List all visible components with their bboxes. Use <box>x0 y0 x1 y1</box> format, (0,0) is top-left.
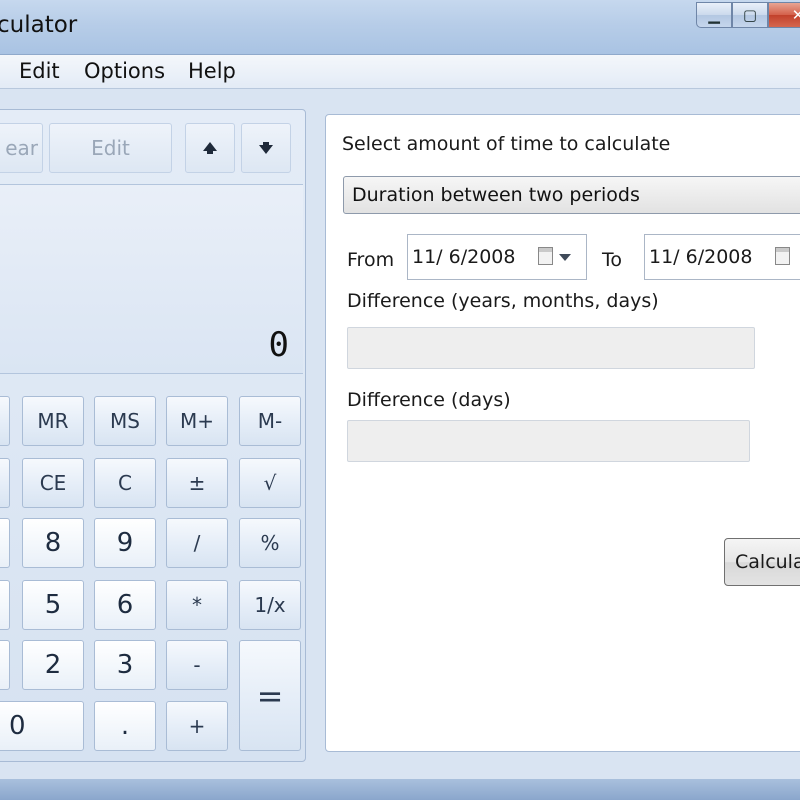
key-ce-label: CE <box>39 471 67 495</box>
key-multiply[interactable]: * <box>166 580 228 630</box>
key-0-label: 0 <box>9 711 26 741</box>
from-label: From <box>347 249 395 271</box>
key-sqrt-label: √ <box>263 471 277 495</box>
key-decimal[interactable]: . <box>94 701 156 751</box>
difference-days-label: Difference (days) <box>347 389 511 411</box>
key-2-label: 2 <box>44 650 62 680</box>
edit-history-button[interactable]: Edit <box>49 123 172 173</box>
key-decimal-label: . <box>120 711 130 741</box>
key-multiply-label: * <box>192 593 202 617</box>
chevron-down-icon[interactable] <box>559 254 571 261</box>
menu-options[interactable]: Options <box>84 59 165 83</box>
key-backspace[interactable] <box>0 458 10 508</box>
display-value: 0 <box>268 325 289 365</box>
clear-history-label: ear <box>5 136 38 160</box>
key-subtract-label: - <box>193 653 201 677</box>
difference-ymd-field <box>347 327 755 369</box>
close-button[interactable]: ✕ <box>768 2 800 28</box>
key-add-label: + <box>188 714 206 738</box>
key-ms[interactable]: MS <box>94 396 156 446</box>
calculation-mode-dropdown[interactable]: Duration between two periods <box>343 176 800 214</box>
calculate-button[interactable]: Calculate <box>724 538 800 586</box>
key-3[interactable]: 3 <box>94 640 156 690</box>
key-2[interactable]: 2 <box>22 640 84 690</box>
menu-bar: Edit Options Help <box>0 55 800 89</box>
maximize-button[interactable]: ▢ <box>732 2 768 28</box>
key-sqrt[interactable]: √ <box>239 458 301 508</box>
history-up-button[interactable] <box>185 123 235 173</box>
menu-edit[interactable]: Edit <box>19 59 60 83</box>
arrow-down-icon <box>259 142 273 154</box>
key-c[interactable]: C <box>94 458 156 508</box>
key-reciprocal-label: 1/x <box>254 593 286 617</box>
select-time-label: Select amount of time to calculate <box>342 133 671 155</box>
title-bar: culator ▁ ▢ ✕ <box>0 0 800 55</box>
display: 0 <box>0 184 303 374</box>
key-c-label: C <box>118 471 132 495</box>
key-7[interactable] <box>0 518 10 568</box>
minimize-button[interactable]: ▁ <box>696 2 732 28</box>
to-date-picker[interactable]: 11/ 6/2008 <box>644 234 800 280</box>
key-4[interactable] <box>0 580 10 630</box>
clear-history-button[interactable]: ear <box>0 123 43 173</box>
key-mr[interactable]: MR <box>22 396 84 446</box>
key-plus-minus[interactable]: ± <box>166 458 228 508</box>
from-date-picker[interactable]: 11/ 6/2008 <box>407 234 587 280</box>
calendar-icon[interactable] <box>538 247 553 265</box>
history-down-button[interactable] <box>241 123 291 173</box>
key-equals-label: = <box>256 676 284 715</box>
window-controls: ▁ ▢ ✕ <box>696 2 800 32</box>
key-3-label: 3 <box>116 650 134 680</box>
window-title: culator <box>0 12 78 38</box>
key-m-plus[interactable]: M+ <box>166 396 228 446</box>
difference-ymd-label: Difference (years, months, days) <box>347 290 659 312</box>
key-5-label: 5 <box>44 590 62 620</box>
key-m-plus-label: M+ <box>179 409 214 433</box>
arrow-up-icon <box>203 142 217 154</box>
to-date-value: 11/ 6/2008 <box>649 246 753 268</box>
from-date-value: 11/ 6/2008 <box>412 246 516 268</box>
key-reciprocal[interactable]: 1/x <box>239 580 301 630</box>
key-ce[interactable]: CE <box>22 458 84 508</box>
key-6-label: 6 <box>116 590 134 620</box>
menu-help[interactable]: Help <box>188 59 236 83</box>
date-calculation-panel: Select amount of time to calculate Durat… <box>325 114 800 752</box>
key-add[interactable]: + <box>166 701 228 751</box>
key-divide-label: / <box>193 531 201 555</box>
window-bottom-border <box>0 779 800 800</box>
maximize-icon: ▢ <box>742 6 758 24</box>
calculator-body: ear Edit 0 MR MS M+ M- CE C ± √ 8 9 / % … <box>0 89 800 779</box>
key-subtract[interactable]: - <box>166 640 228 690</box>
key-ms-label: MS <box>110 409 140 433</box>
calculate-button-label: Calculate <box>735 551 800 573</box>
key-8-label: 8 <box>44 528 62 558</box>
key-9[interactable]: 9 <box>94 518 156 568</box>
key-mc[interactable] <box>0 396 10 446</box>
to-label: To <box>602 249 623 271</box>
minimize-icon: ▁ <box>708 6 720 24</box>
key-0[interactable]: 0 <box>0 701 84 751</box>
key-m-minus-label: M- <box>257 409 283 433</box>
key-percent-label: % <box>260 531 280 555</box>
key-plus-minus-label: ± <box>188 471 206 495</box>
key-5[interactable]: 5 <box>22 580 84 630</box>
key-6[interactable]: 6 <box>94 580 156 630</box>
key-divide[interactable]: / <box>166 518 228 568</box>
key-equals[interactable]: = <box>239 640 301 751</box>
key-8[interactable]: 8 <box>22 518 84 568</box>
difference-days-field <box>347 420 750 462</box>
calculation-mode-value: Duration between two periods <box>352 184 640 206</box>
key-mr-label: MR <box>37 409 69 433</box>
key-percent[interactable]: % <box>239 518 301 568</box>
edit-history-label: Edit <box>91 136 130 160</box>
key-9-label: 9 <box>116 528 134 558</box>
key-m-minus[interactable]: M- <box>239 396 301 446</box>
calendar-icon[interactable] <box>775 247 790 265</box>
key-1[interactable] <box>0 640 10 690</box>
close-icon: ✕ <box>791 6 800 24</box>
